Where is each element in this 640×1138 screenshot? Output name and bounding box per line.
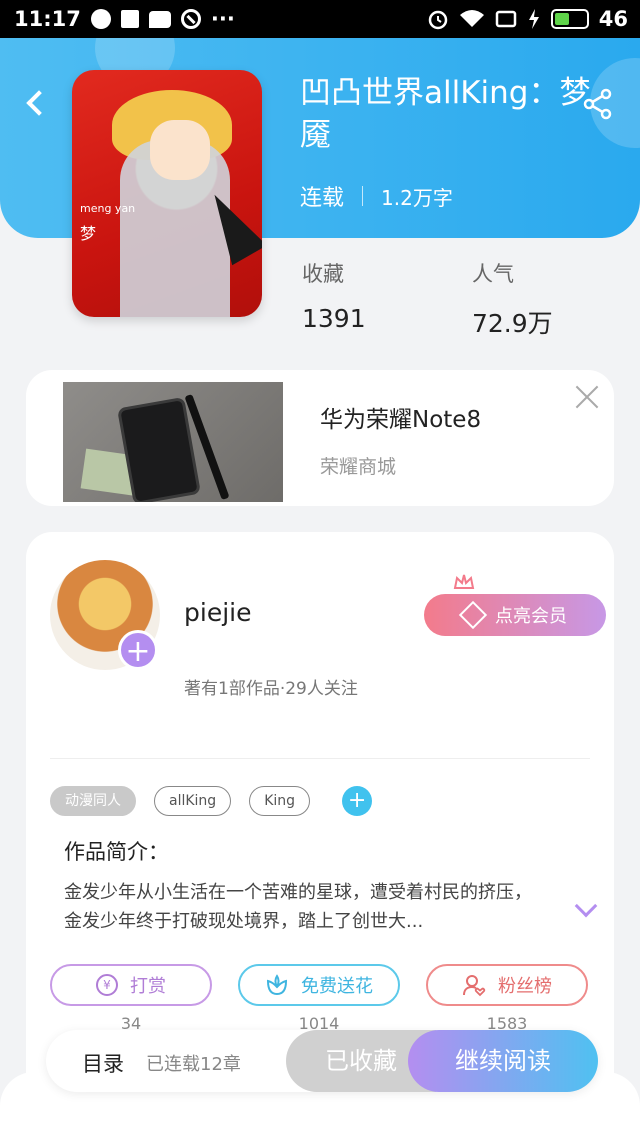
status-time: 11:17: [14, 7, 81, 31]
book-title: 凹凸世界allKing：梦魇: [300, 75, 591, 153]
battery-percent: 46: [598, 7, 628, 31]
yen-coin-icon: ¥: [96, 974, 118, 996]
close-icon[interactable]: [574, 384, 600, 410]
action-row: ¥ 打赏 免费送花 粉丝榜: [50, 964, 588, 1006]
screen-cast-icon: [495, 10, 517, 28]
battery-fill: [554, 13, 569, 25]
cover-text-cn: 梦: [80, 224, 97, 243]
message-icon: [148, 10, 171, 28]
author-meta: 著有1部作品·29人关注: [184, 679, 358, 699]
fan-ranking-label: 粉丝榜: [498, 976, 552, 997]
back-button[interactable]: [22, 88, 52, 118]
vip-button-label: 点亮会员: [495, 606, 567, 627]
stat-label: 收藏: [302, 262, 344, 286]
book-meta: 连载 1.2万字: [300, 180, 453, 212]
stat-label: 人气: [472, 262, 514, 286]
alarm-icon: [428, 10, 448, 30]
cover-text-en: meng yan: [80, 202, 136, 215]
tag-list: 动漫同人 allKing King +: [50, 786, 373, 816]
reward-button[interactable]: ¥ 打赏: [50, 964, 212, 1006]
stat-collections: 收藏 1391: [302, 258, 366, 333]
tag[interactable]: King: [249, 786, 311, 816]
table-of-contents-button[interactable]: 目录: [82, 1048, 124, 1078]
diamond-icon: [458, 600, 488, 630]
intro-title: 作品简介：: [64, 840, 169, 864]
word-count: 1.2万字: [381, 185, 453, 210]
send-flower-label: 免费送花: [301, 976, 373, 997]
fan-ranking-button[interactable]: 粉丝榜: [426, 964, 588, 1006]
tag[interactable]: allKing: [154, 786, 232, 816]
send-flower-button[interactable]: 免费送花: [238, 964, 400, 1006]
user-heart-icon: [463, 975, 486, 997]
tag[interactable]: 动漫同人: [50, 786, 136, 816]
book-cover[interactable]: meng yan 梦: [72, 70, 262, 317]
serial-status: 连载: [300, 186, 345, 211]
intro-text: 金发少年从小生活在一个苦难的星球，遭受着村民的挤压，金发少年终于打破现处境界，踏…: [64, 882, 532, 932]
flower-icon: [266, 974, 288, 996]
chapter-status[interactable]: 已连载12章: [146, 1050, 241, 1076]
divider: [50, 758, 590, 759]
wifi-icon: [459, 10, 484, 27]
stat-popularity: 人气 72.9万: [472, 258, 553, 340]
ad-title[interactable]: 华为荣耀Note8: [320, 400, 481, 434]
status-bar: 11:17 ··· 46: [0, 0, 640, 38]
do-not-disturb-icon: [180, 9, 201, 29]
notification-dot-icon: [90, 9, 111, 29]
crown-icon: [453, 574, 475, 589]
follow-plus-button[interactable]: +: [118, 630, 158, 670]
list-notification-icon: [120, 10, 139, 28]
battery-icon: [550, 9, 589, 29]
continue-reading-button[interactable]: 继续阅读: [408, 1030, 598, 1092]
stat-value: 72.9万: [472, 309, 553, 338]
reward-label: 打赏: [130, 976, 166, 997]
chevron-down-icon[interactable]: [574, 894, 598, 918]
ad-card[interactable]: 华为荣耀Note8 荣耀商城: [26, 370, 614, 506]
ad-image[interactable]: [63, 382, 283, 502]
bottom-action-bar: 目录 已连载12章 已收藏 继续阅读: [46, 1030, 598, 1092]
add-tag-button[interactable]: +: [342, 786, 373, 816]
charging-icon: [528, 9, 539, 29]
cover-art-face: [150, 120, 210, 180]
ad-subtitle: 荣耀商城: [320, 456, 397, 478]
author-name[interactable]: piejie: [184, 598, 251, 627]
more-dots: ···: [210, 7, 235, 31]
meta-divider: [362, 186, 364, 206]
stat-value: 1391: [302, 304, 366, 333]
vip-button[interactable]: 点亮会员: [424, 594, 606, 636]
